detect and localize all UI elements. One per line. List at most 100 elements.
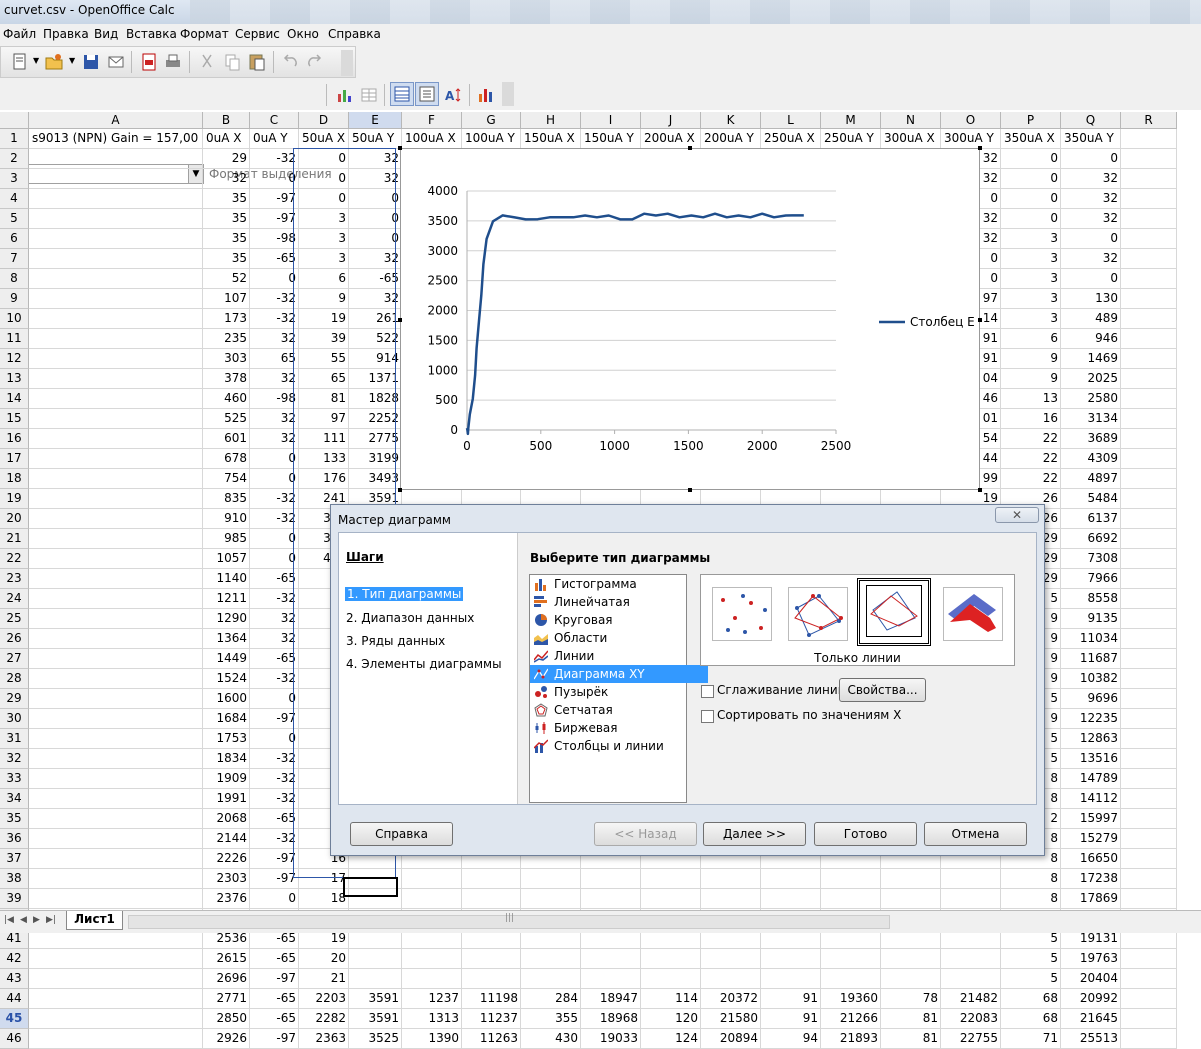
- cell[interactable]: -32: [250, 309, 299, 329]
- cell[interactable]: 17: [299, 869, 349, 889]
- copy-icon[interactable]: [222, 52, 242, 72]
- row-header[interactable]: 23: [0, 569, 29, 589]
- row-header[interactable]: 31: [0, 729, 29, 749]
- cell[interactable]: 1140: [203, 569, 250, 589]
- column-header-p[interactable]: P: [1001, 112, 1061, 129]
- cell[interactable]: 754: [203, 469, 250, 489]
- chart-handle[interactable]: [688, 488, 692, 492]
- cell[interactable]: 19: [299, 309, 349, 329]
- cell[interactable]: 0: [349, 189, 402, 209]
- cell[interactable]: -97: [250, 189, 299, 209]
- cell[interactable]: [701, 889, 761, 909]
- cell[interactable]: [29, 889, 203, 909]
- cell[interactable]: 1364: [203, 629, 250, 649]
- cell[interactable]: 2226: [203, 849, 250, 869]
- cell[interactable]: -65: [250, 649, 299, 669]
- cell[interactable]: 0: [1001, 189, 1061, 209]
- cell[interactable]: [29, 609, 203, 629]
- cell[interactable]: 81: [881, 1029, 941, 1049]
- redo-icon[interactable]: [305, 52, 325, 72]
- cell[interactable]: 11034: [1061, 629, 1121, 649]
- cell[interactable]: [402, 889, 462, 909]
- cell[interactable]: 9: [1001, 349, 1061, 369]
- cell[interactable]: [1121, 709, 1177, 729]
- row-header[interactable]: 46: [0, 1029, 29, 1049]
- row-header[interactable]: 22: [0, 549, 29, 569]
- header-cell[interactable]: 200uA X: [641, 129, 701, 149]
- cell[interactable]: 11237: [462, 1009, 521, 1029]
- cell[interactable]: -32: [250, 489, 299, 509]
- header-cell[interactable]: 300uA X: [881, 129, 941, 149]
- cell[interactable]: 13516: [1061, 749, 1121, 769]
- cell[interactable]: [29, 169, 203, 189]
- row-header[interactable]: 15: [0, 409, 29, 429]
- cell[interactable]: 430: [521, 1029, 581, 1049]
- cell[interactable]: [1121, 509, 1177, 529]
- cell[interactable]: [29, 1029, 203, 1049]
- cell[interactable]: 0: [250, 469, 299, 489]
- cell[interactable]: -32: [250, 749, 299, 769]
- scale-text-icon[interactable]: A: [444, 85, 464, 105]
- cell[interactable]: 21482: [941, 989, 1001, 1009]
- cell[interactable]: [462, 889, 521, 909]
- row-header[interactable]: 30: [0, 709, 29, 729]
- cell[interactable]: 65: [250, 349, 299, 369]
- legend-toggle[interactable]: [415, 82, 439, 106]
- chart-type-list[interactable]: Гистограмма Линейчатая Круговая Области …: [529, 574, 708, 803]
- cell[interactable]: [29, 349, 203, 369]
- cell[interactable]: -32: [250, 789, 299, 809]
- cell[interactable]: 5484: [1061, 489, 1121, 509]
- cell[interactable]: 22: [1001, 449, 1061, 469]
- cell[interactable]: [761, 869, 821, 889]
- chart-handle[interactable]: [978, 318, 982, 322]
- cell[interactable]: [29, 989, 203, 1009]
- cell[interactable]: 284: [521, 989, 581, 1009]
- header-cell[interactable]: s9013 (NPN) Gain = 157,00: [29, 129, 203, 149]
- cell[interactable]: [29, 489, 203, 509]
- cell[interactable]: 3: [299, 229, 349, 249]
- embedded-chart[interactable]: 0 500 1000 1500 2000 2500 3000 3500 4000 0 500 1000…: [400, 148, 980, 490]
- cell[interactable]: -32: [250, 829, 299, 849]
- cell[interactable]: 18968: [581, 1009, 641, 1029]
- cell[interactable]: [29, 969, 203, 989]
- cell[interactable]: -97: [250, 709, 299, 729]
- select-all-corner[interactable]: [0, 112, 29, 129]
- menu-insert[interactable]: Вставка: [126, 27, 177, 41]
- column-header-q[interactable]: Q: [1061, 112, 1121, 129]
- cell[interactable]: [29, 369, 203, 389]
- type-xy[interactable]: Диаграмма XY: [530, 665, 708, 683]
- cell[interactable]: [1121, 249, 1177, 269]
- row-header[interactable]: 36: [0, 829, 29, 849]
- cell[interactable]: 9135: [1061, 609, 1121, 629]
- cell[interactable]: [1121, 869, 1177, 889]
- header-cell[interactable]: 150uA X: [521, 129, 581, 149]
- cell[interactable]: -65: [250, 989, 299, 1009]
- smooth-lines-checkbox[interactable]: [701, 685, 714, 698]
- cell[interactable]: [1121, 649, 1177, 669]
- cell[interactable]: -97: [250, 209, 299, 229]
- cell[interactable]: 835: [203, 489, 250, 509]
- cell[interactable]: 120: [641, 1009, 701, 1029]
- row-header[interactable]: 12: [0, 349, 29, 369]
- cell[interactable]: 1991: [203, 789, 250, 809]
- cell[interactable]: 12235: [1061, 709, 1121, 729]
- cell[interactable]: 20894: [701, 1029, 761, 1049]
- cell[interactable]: [29, 529, 203, 549]
- cell[interactable]: 130: [1061, 289, 1121, 309]
- cell[interactable]: 4309: [1061, 449, 1121, 469]
- cell[interactable]: [581, 869, 641, 889]
- cell[interactable]: 910: [203, 509, 250, 529]
- cell[interactable]: 68: [1001, 989, 1061, 1009]
- cell[interactable]: 9: [299, 289, 349, 309]
- cell[interactable]: [402, 969, 462, 989]
- cell[interactable]: 11198: [462, 989, 521, 1009]
- cell[interactable]: 173: [203, 309, 250, 329]
- cancel-button[interactable]: Отмена: [924, 822, 1027, 846]
- cell[interactable]: [1121, 849, 1177, 869]
- cell[interactable]: [1121, 689, 1177, 709]
- cell[interactable]: 55: [299, 349, 349, 369]
- cell[interactable]: [402, 949, 462, 969]
- cell[interactable]: 1524: [203, 669, 250, 689]
- cell[interactable]: 0: [250, 889, 299, 909]
- row-header[interactable]: 38: [0, 869, 29, 889]
